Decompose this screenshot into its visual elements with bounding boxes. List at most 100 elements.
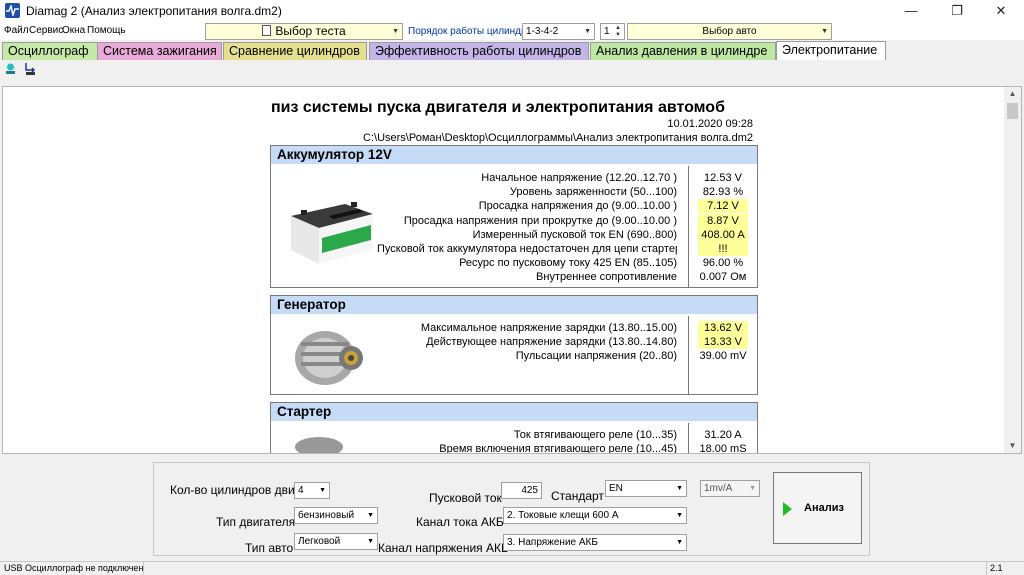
standard-label: Стандарт [551,489,604,503]
version-text: 2.1 [990,563,1003,573]
chevron-down-icon: ▼ [749,485,756,492]
analysis-controls: Кол-во цилиндров двиг 4 ▼ Тип двигателя … [0,456,1024,560]
menu-windows[interactable]: Окна [62,25,85,36]
standard-select[interactable]: EN ▼ [605,480,687,497]
battery-section: Аккумулятор 12V Начальное напряжение (12… [270,145,758,288]
generator-section: Генератор Максимальное напряжение зарядк… [270,295,758,395]
cyl-count-label: Кол-во цилиндров двиг [170,483,300,497]
akb-voltage-channel-select[interactable]: 3. Напряжение АКБ ▼ [503,534,687,551]
scroll-thumb[interactable] [1007,103,1018,119]
akb-current-channel-select[interactable]: 2. Токовые клещи 600 А ▼ [503,507,687,524]
start-current-input[interactable]: 425 [501,482,542,499]
battery-header: Аккумулятор 12V [271,146,757,164]
scroll-up-icon[interactable]: ▲ [1004,87,1021,101]
cyl-number-stepper[interactable]: 1 ▲ ▼ [600,23,625,40]
window-title: Diamag 2 (Анализ электропитания волга.dm… [26,4,282,18]
status-divider [986,562,987,575]
row-value: 408.00 A [698,227,748,242]
engine-type-select[interactable]: бензиновый ▼ [294,507,378,524]
akb-voltage-channel-label: Канал напряжения АКБ [378,541,509,555]
row-label: Время включения втягивающего реле (10...… [439,443,677,454]
row-label: Пусковой ток аккумулятора недостаточен д… [377,243,677,255]
row-value: 13.33 V [698,335,748,350]
document-icon [262,25,272,36]
minimize-button[interactable]: — [888,0,934,22]
row-label: Просадка напряжения до (9.00..10.00 ) [478,200,677,213]
menu-service[interactable]: Сервис [29,25,63,36]
tab-cylinder-compare[interactable]: Сравнение цилиндров [223,42,367,60]
row-value: 82.93 % [702,186,744,199]
row-value: 31.20 A [704,429,742,441]
auto-type-select[interactable]: Легковой ▼ [294,533,378,550]
chevron-down-icon: ▼ [676,539,683,546]
report-row: Измеренный пусковой ток EN (690..800) 408… [271,227,757,242]
close-button[interactable]: ✕ [978,0,1024,22]
akb-voltage-channel-value: 3. Напряжение АКБ [507,537,598,548]
test-select-value: Выбор теста [275,24,346,38]
report-path: C:\Users\Роман\Desktop\Осциллограммы\Ана… [363,132,753,144]
app-logo-icon [5,3,20,18]
row-label: Ток втягивающего реле (10...35) [513,429,677,441]
row-value: 13.62 V [698,321,748,335]
menu-file[interactable]: Файл [4,25,29,36]
scroll-down-icon[interactable]: ▼ [1004,439,1021,453]
cyl-order-value: 1-3-4-2 [526,26,559,37]
chevron-down-icon: ▼ [319,487,326,494]
row-value: 7.12 V [698,199,748,214]
report-row: Максимальное напряжение зарядки (13.80..… [271,321,757,335]
row-value: 39.00 mV [699,350,747,363]
row-value: 8.87 V [698,213,748,228]
cyl-order-label: Порядок работы цилиндров [408,26,538,37]
starter-header: Стартер [271,403,757,421]
generator-header: Генератор [271,296,757,314]
row-value: 12.53 V [704,172,742,184]
row-label: Действующее напряжение зарядки (13.80..1… [426,336,677,349]
tab-cylinder-efficiency[interactable]: Эффективность работы цилиндров [369,42,589,60]
chevron-down-icon: ▼ [584,28,591,35]
status-bar: USB Осциллограф не подключен 2.1 [0,561,1024,575]
report-row: Ресурс по пусковому току 425 EN (85..105… [271,256,757,270]
tab-bar: Осциллограф Система зажигания Сравнение … [0,41,1024,61]
report-row: Уровень заряженности (50...100) 82.93 % [271,185,757,199]
report-row: Просадка напряжения при прокрутке до (9.… [271,213,757,228]
report-row: Действующее напряжение зарядки (13.80..1… [271,335,757,350]
chevron-down-icon: ▼ [367,512,374,519]
menu-bar: Файл Сервис Окна Помощь Выбор теста ▼ По… [0,22,1024,40]
report-title: пиз системы пуска двигателя и электропит… [271,99,725,116]
start-current-label: Пусковой ток [429,491,502,505]
engine-type-value: бензиновый [298,510,355,521]
cyl-count-value: 4 [298,485,304,496]
starter-section: Стартер Ток втягивающего реле (10...35) 3… [270,402,758,454]
report-icon[interactable] [4,62,17,75]
export-icon[interactable] [24,62,37,76]
tab-ignition[interactable]: Система зажигания [97,42,222,60]
auto-type-value: Легковой [298,536,341,547]
akb-current-channel-value: 2. Токовые клещи 600 А [507,510,619,521]
spin-icon: ▲ ▼ [615,25,621,38]
menu-help[interactable]: Помощь [87,25,126,36]
scale-select[interactable]: 1mv/A ▼ [700,480,760,497]
tab-pressure-analysis[interactable]: Анализ давления в цилиндре [590,42,776,60]
auto-select[interactable]: Выбор авто ▼ [627,23,832,40]
tab-power-supply[interactable]: Электропитание [776,41,886,61]
report-row: Начальное напряжение (12.20..12.70 ) 12.5… [271,171,757,185]
row-label: Измеренный пусковой ток EN (690..800) [472,228,677,241]
row-value: 0.007 Ом [699,271,747,284]
cyl-number-value: 1 [604,26,610,37]
chevron-down-icon: ▼ [367,538,374,545]
report-row: Пусковой ток аккумулятора недостаточен д… [271,242,757,256]
cyl-order-select[interactable]: 1-3-4-2 ▼ [522,23,595,40]
chevron-down-icon: ▼ [392,28,399,35]
report-row: Пульсации напряжения (20..80) 39.00 mV [271,349,757,363]
report-view[interactable]: пиз системы пуска двигателя и электропит… [2,86,1022,454]
cyl-count-select[interactable]: 4 ▼ [294,482,330,499]
row-label: Ресурс по пусковому току 425 EN (85..105… [459,257,677,270]
report-vertical-scrollbar[interactable]: ▲ ▼ [1004,87,1021,453]
status-divider [143,562,144,575]
maximize-button[interactable]: ❐ [934,0,980,22]
row-label: Максимальное напряжение зарядки (13.80..… [420,322,677,334]
chevron-down-icon: ▼ [676,512,683,519]
analyze-button[interactable]: Анализ [773,472,862,544]
row-value: !!! [698,242,748,256]
test-select[interactable]: Выбор теста ▼ [205,23,403,40]
